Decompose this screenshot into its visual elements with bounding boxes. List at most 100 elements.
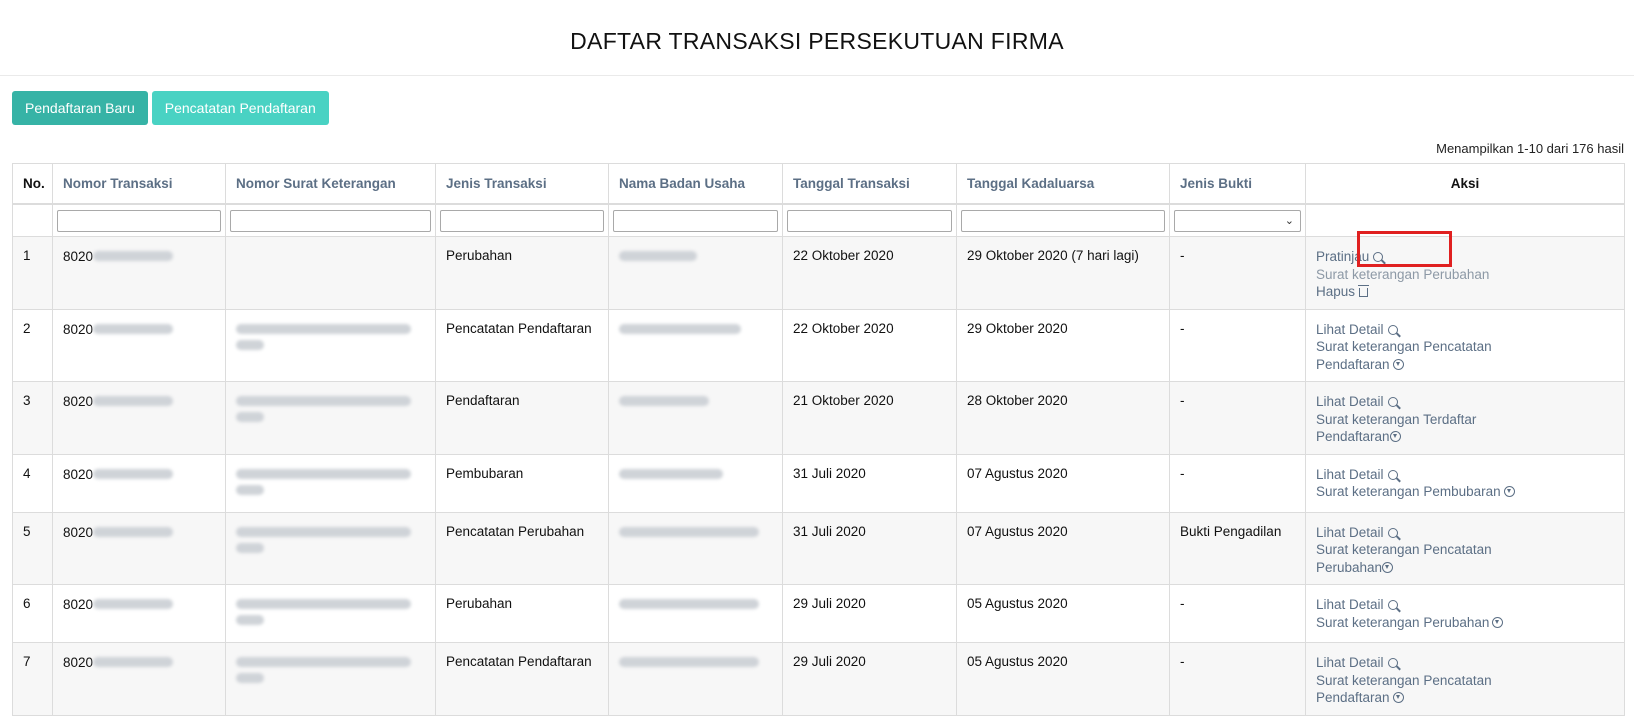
redacted-text — [236, 323, 411, 334]
table-row: 6 8020 Perubahan 29 Juli 2020 05 Agustus… — [12, 584, 1625, 643]
cell-jenis-transaksi: Perubahan — [435, 584, 609, 643]
cell-tanggal-kadaluarsa: 07 Agustus 2020 — [956, 511, 1170, 585]
certificate-download-link[interactable]: Surat keterangan Pencatatan Pendaftaran — [1316, 672, 1496, 707]
certificate-download-label: Surat keterangan Pencatatan Pendaftaran — [1316, 339, 1492, 372]
header-aksi: Aksi — [1305, 163, 1625, 205]
detail-link-label: Lihat Detail — [1316, 466, 1384, 482]
header-jenis-bukti[interactable]: Jenis Bukti — [1169, 163, 1306, 205]
detail-link[interactable]: Lihat Detail — [1316, 596, 1614, 614]
search-icon — [1387, 658, 1398, 668]
header-nomor-transaksi[interactable]: Nomor Transaksi — [52, 163, 226, 205]
redacted-text — [236, 657, 411, 667]
cell-no: 7 — [12, 642, 53, 716]
cell-no: 4 — [12, 453, 53, 513]
cell-jenis-bukti: - — [1169, 236, 1306, 310]
redacted-text — [619, 599, 759, 610]
cell-jenis-bukti: Bukti Pengadilan — [1169, 511, 1306, 585]
header-tanggal-kadaluarsa[interactable]: Tanggal Kadaluarsa — [956, 163, 1170, 205]
header-jenis-transaksi[interactable]: Jenis Transaksi — [435, 163, 609, 205]
detail-link-label: Lihat Detail — [1316, 524, 1384, 540]
new-registration-button[interactable]: Pendaftaran Baru — [12, 91, 148, 125]
cell-jenis-transaksi: Pembubaran — [435, 453, 609, 513]
certificate-download-link[interactable]: Surat keterangan Pembubaran — [1316, 483, 1614, 501]
cell-nomor-transaksi: 8020 — [52, 584, 226, 643]
filter-jenis-bukti-select[interactable]: ⌄ — [1174, 209, 1301, 232]
redacted-text — [236, 412, 264, 422]
nomor-transaksi-prefix: 8020 — [63, 524, 94, 540]
redacted-text — [93, 657, 174, 668]
cell-jenis-transaksi: Pencatatan Pendaftaran — [435, 308, 609, 382]
redacted-text — [236, 673, 264, 683]
cell-no: 1 — [12, 236, 53, 310]
download-icon — [1492, 616, 1504, 628]
certificate-download-label: Surat keterangan Perubahan — [1316, 614, 1490, 630]
filter-tanggal-transaksi-input[interactable] — [787, 209, 952, 232]
certificate-download-label: Surat keterangan Pembubaran — [1316, 484, 1501, 499]
certificate-download-link[interactable]: Surat keterangan Terdaftar Pendaftaran — [1316, 411, 1551, 446]
download-icon — [1392, 358, 1404, 370]
chevron-down-icon: ⌄ — [1284, 214, 1294, 227]
transactions-table-wrapper: No. Nomor Transaksi Nomor Surat Keterang… — [12, 163, 1625, 716]
nomor-transaksi-prefix: 8020 — [63, 654, 94, 670]
detail-link[interactable]: Lihat Detail — [1316, 524, 1614, 542]
cell-jenis-transaksi: Perubahan — [435, 236, 609, 310]
cell-tanggal-transaksi: 31 Juli 2020 — [782, 511, 957, 585]
cell-aksi: Lihat Detail Surat keterangan Pencatatan… — [1305, 511, 1625, 585]
redacted-text — [619, 323, 741, 334]
redacted-text — [93, 599, 174, 610]
cell-nomor-surat — [225, 511, 436, 585]
cell-nama-badan-usaha — [608, 511, 783, 585]
cell-jenis-transaksi: Pendaftaran — [435, 381, 609, 455]
cell-tanggal-transaksi: 22 Oktober 2020 — [782, 308, 957, 382]
detail-link[interactable]: Lihat Detail — [1316, 393, 1614, 411]
filter-tanggal-kadaluarsa-input[interactable] — [961, 209, 1165, 232]
detail-link-label: Lihat Detail — [1316, 394, 1384, 409]
detail-link-label: Lihat Detail — [1316, 597, 1384, 612]
preview-link[interactable]: Pratinjau — [1316, 248, 1614, 266]
filter-nomor-surat-input[interactable] — [230, 209, 431, 232]
redacted-text — [619, 396, 709, 407]
delete-link[interactable]: Hapus — [1316, 283, 1614, 301]
filter-cell — [225, 203, 436, 237]
search-icon — [1387, 324, 1398, 335]
cell-aksi: Lihat Detail Surat keterangan Terdaftar … — [1305, 381, 1625, 455]
filter-cell — [782, 203, 957, 237]
search-icon — [1387, 469, 1398, 480]
cell-aksi: Pratinjau Surat keterangan Perubahan Hap… — [1305, 236, 1625, 310]
table-row: 4 8020 Pembubaran 31 Juli 2020 07 Agustu… — [12, 453, 1625, 513]
redacted-text — [236, 542, 264, 553]
detail-link[interactable]: Lihat Detail — [1316, 466, 1614, 484]
detail-link[interactable]: Lihat Detail — [1316, 654, 1614, 672]
detail-link[interactable]: Lihat Detail — [1316, 321, 1614, 339]
certificate-download-link[interactable]: Surat keterangan Perubahan — [1316, 614, 1614, 632]
page-header: DAFTAR TRANSAKSI PERSEKUTUAN FIRMA — [0, 0, 1634, 76]
registration-record-button[interactable]: Pencatatan Pendaftaran — [151, 91, 329, 125]
cell-nomor-surat — [225, 642, 436, 716]
cell-tanggal-kadaluarsa: 28 Oktober 2020 — [956, 381, 1170, 455]
header-tanggal-transaksi[interactable]: Tanggal Transaksi — [782, 163, 957, 205]
nomor-transaksi-prefix: 8020 — [63, 248, 94, 264]
redacted-text — [93, 323, 174, 334]
detail-link-label: Lihat Detail — [1316, 655, 1384, 670]
certificate-download-link[interactable]: Surat keterangan Pencatatan Perubahan — [1316, 541, 1556, 576]
table-row: 3 8020 Pendaftaran 21 Oktober 2020 28 Ok… — [12, 381, 1625, 455]
cell-aksi: Lihat Detail Surat keterangan Perubahan — [1305, 584, 1625, 643]
filter-cell — [435, 203, 609, 237]
filter-jenis-transaksi-input[interactable] — [440, 209, 604, 232]
cell-nomor-surat — [225, 584, 436, 643]
download-icon — [1503, 486, 1515, 497]
filter-nomor-transaksi-input[interactable] — [57, 209, 221, 232]
filter-nama-badan-usaha-input[interactable] — [613, 209, 778, 232]
cell-nama-badan-usaha — [608, 642, 783, 716]
header-nomor-surat-keterangan[interactable]: Nomor Surat Keterangan — [225, 163, 436, 205]
cell-nama-badan-usaha — [608, 453, 783, 513]
cell-nama-badan-usaha — [608, 236, 783, 310]
cell-tanggal-transaksi: 21 Oktober 2020 — [782, 381, 957, 455]
header-nama-badan-usaha[interactable]: Nama Badan Usaha — [608, 163, 783, 205]
cell-nomor-surat — [225, 236, 436, 310]
certificate-download-link[interactable]: Surat keterangan Pencatatan Pendaftaran — [1316, 338, 1496, 373]
search-icon — [1387, 600, 1398, 610]
certificate-link[interactable]: Surat keterangan Perubahan — [1316, 266, 1614, 284]
cell-nomor-surat — [225, 308, 436, 382]
redacted-text — [619, 251, 697, 262]
